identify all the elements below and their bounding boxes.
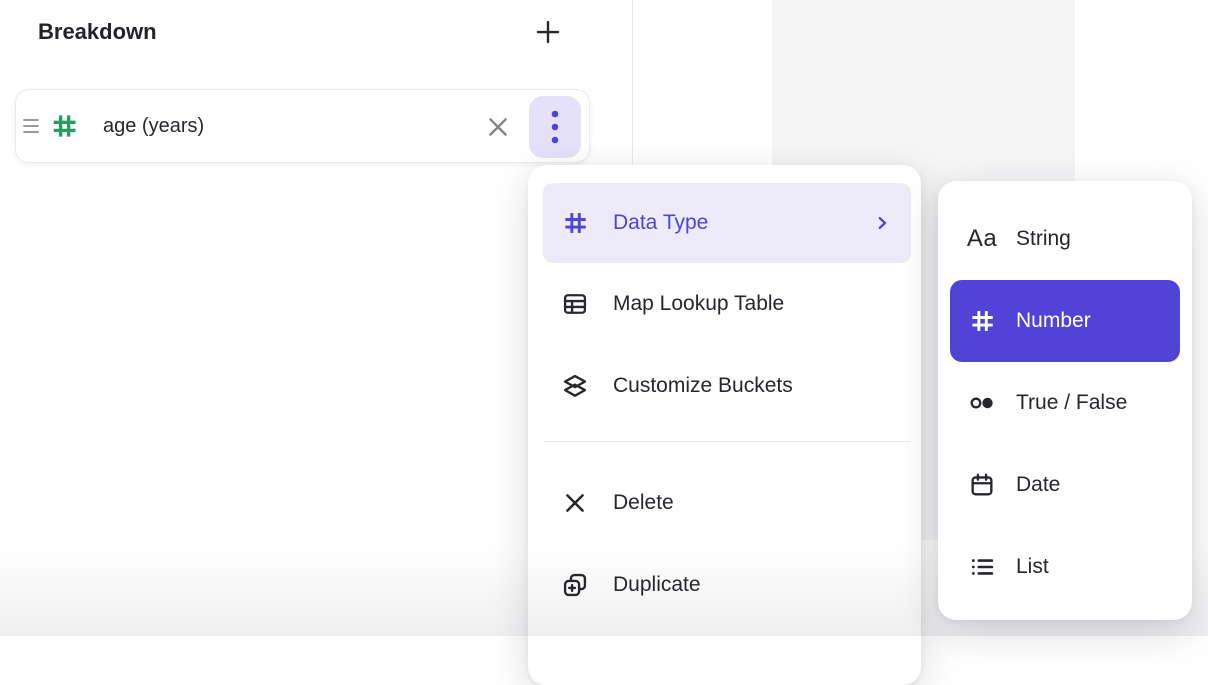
submenu-item-label: True / False (1016, 391, 1127, 415)
add-breakdown-button[interactable] (530, 14, 566, 50)
breakdown-section-title: Breakdown (38, 19, 157, 45)
hash-icon (966, 307, 998, 335)
submenu-item-label: String (1016, 227, 1071, 251)
x-icon (485, 114, 511, 140)
menu-item-label: Customize Buckets (613, 374, 793, 398)
submenu-item-number[interactable]: Number (950, 280, 1180, 362)
menu-item-customize-buckets[interactable]: Customize Buckets (543, 345, 911, 427)
duplicate-plus-icon (560, 571, 590, 599)
submenu-item-list[interactable]: List (950, 526, 1180, 608)
menu-item-delete[interactable]: Delete (543, 462, 911, 544)
menu-item-map-lookup-table[interactable]: Map Lookup Table (543, 263, 911, 345)
submenu-item-label: Number (1016, 309, 1091, 333)
data-type-submenu: Aa String Number True / False (938, 181, 1192, 620)
drag-handle-icon[interactable] (21, 116, 41, 136)
list-icon (966, 553, 998, 581)
submenu-item-label: Date (1016, 473, 1060, 497)
menu-item-data-type[interactable]: Data Type (543, 183, 911, 263)
menu-divider (543, 441, 911, 442)
boolean-circles-icon (966, 391, 998, 415)
plus-icon (533, 17, 563, 47)
hash-icon (560, 209, 590, 237)
submenu-item-string[interactable]: Aa String (950, 198, 1180, 280)
calendar-icon (966, 471, 998, 499)
menu-item-label: Map Lookup Table (613, 292, 784, 316)
submenu-item-date[interactable]: Date (950, 444, 1180, 526)
chevron-right-icon (873, 214, 891, 232)
breakdown-field-row[interactable]: age (years) (15, 89, 590, 163)
submenu-item-label: List (1016, 555, 1049, 579)
Aa-text-icon: Aa (966, 225, 998, 253)
stack-icon (560, 372, 590, 400)
menu-item-label: Duplicate (613, 573, 701, 597)
kebab-menu-icon (551, 110, 559, 144)
menu-item-label: Data Type (613, 211, 708, 235)
menu-item-label: Delete (613, 491, 674, 515)
field-options-menu: Data Type Map Lookup Table Customize Buc… (528, 165, 921, 685)
remove-field-button[interactable] (480, 109, 516, 145)
menu-item-duplicate[interactable]: Duplicate (543, 544, 911, 626)
x-icon (560, 490, 590, 516)
field-name-label: age (years) (103, 115, 204, 138)
number-hash-icon (49, 111, 79, 141)
table-icon (560, 290, 590, 318)
field-options-button[interactable] (529, 96, 581, 158)
submenu-item-true-false[interactable]: True / False (950, 362, 1180, 444)
